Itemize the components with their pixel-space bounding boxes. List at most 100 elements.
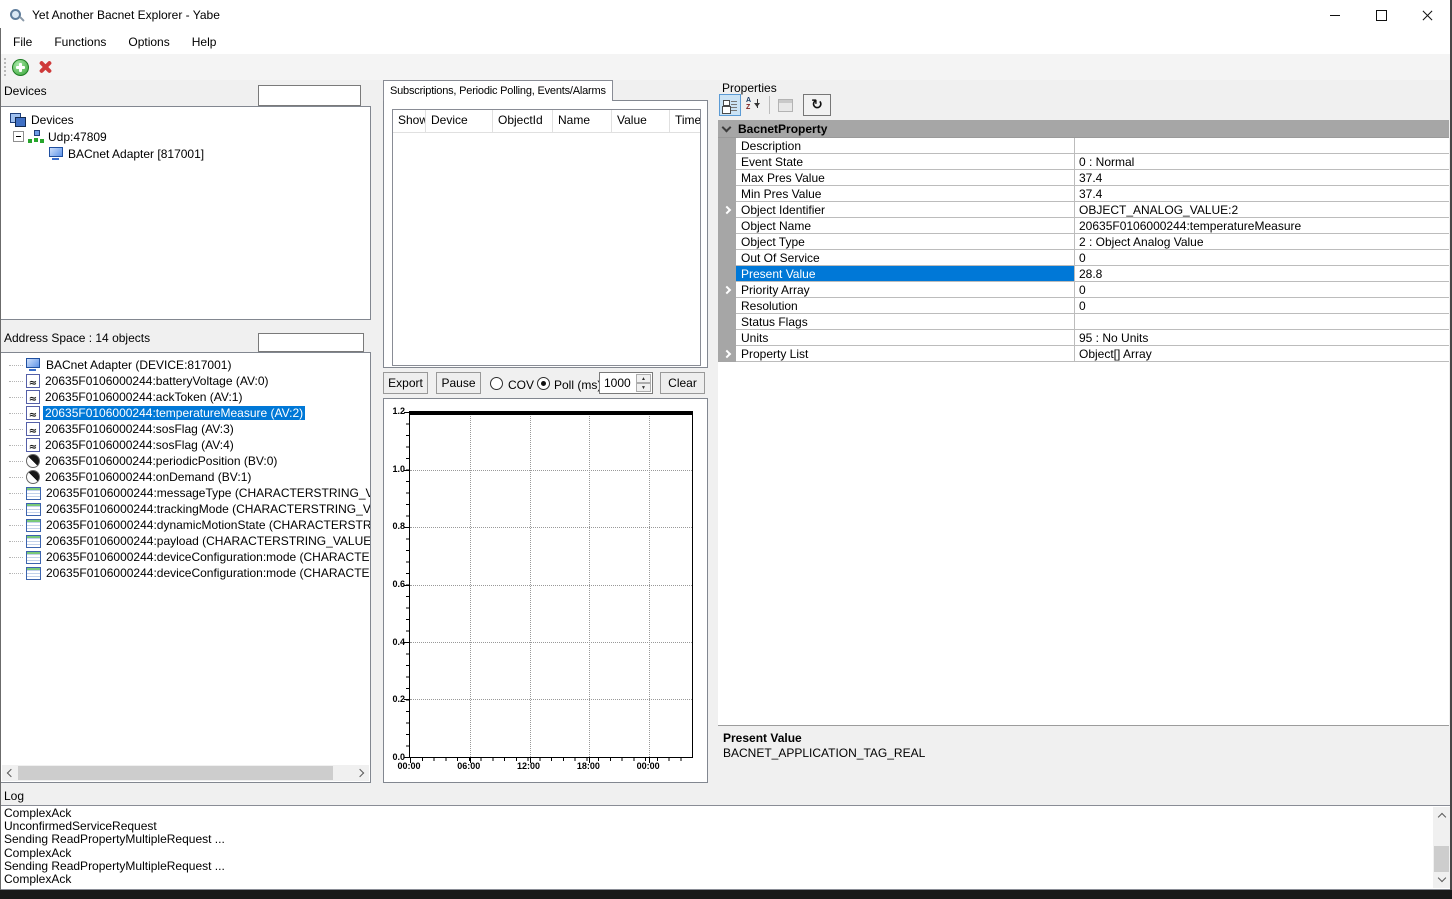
minimize-button[interactable] (1312, 0, 1358, 30)
collapse-expander-icon[interactable] (13, 131, 24, 142)
export-button[interactable]: Export (383, 372, 428, 394)
address-space-item[interactable]: 20635F0106000244:trackingMode (CHARACTER… (3, 501, 370, 517)
property-category-row[interactable]: BacnetProperty (718, 120, 1449, 138)
log-vscrollbar[interactable] (1433, 807, 1450, 888)
property-value-cell[interactable]: 37.4 (1075, 170, 1449, 186)
property-name-cell[interactable]: Resolution (736, 298, 1075, 314)
property-row[interactable]: Max Pres Value 37.4 (718, 170, 1449, 186)
property-row[interactable]: Priority Array 0 (718, 282, 1449, 298)
menu-item[interactable]: Functions (43, 30, 117, 54)
maximize-button[interactable] (1358, 0, 1404, 30)
column-header[interactable]: Device (426, 110, 493, 132)
property-name-cell[interactable]: Object Identifier (736, 202, 1075, 218)
property-value-cell[interactable]: 0 (1075, 250, 1449, 266)
device-tree-item[interactable]: Devices (3, 111, 368, 128)
device-tree-item[interactable]: Udp:47809 (3, 128, 368, 145)
property-value-cell[interactable]: 28.8 (1075, 266, 1449, 282)
address-space-item[interactable]: 20635F0106000244:sosFlag (AV:4) (3, 437, 370, 453)
address-space-hscrollbar[interactable] (2, 765, 369, 781)
property-value-cell[interactable]: 2 : Object Analog Value (1075, 234, 1449, 250)
refresh-button[interactable]: ↻ (803, 94, 831, 116)
categorized-view-button[interactable] (719, 94, 741, 116)
scroll-down-button[interactable] (1433, 871, 1450, 888)
address-space-item[interactable]: 20635F0106000244:messageType (CHARACTERS… (3, 485, 370, 501)
address-space-filter-input[interactable] (258, 333, 364, 352)
property-value-cell[interactable]: 37.4 (1075, 186, 1449, 202)
property-name-cell[interactable]: Present Value (736, 266, 1075, 282)
property-row[interactable]: Out Of Service 0 (718, 250, 1449, 266)
property-value-cell[interactable] (1075, 138, 1449, 154)
property-row[interactable]: Status Flags (718, 314, 1449, 330)
vscroll-thumb[interactable] (1434, 846, 1449, 872)
property-name-cell[interactable]: Description (736, 138, 1075, 154)
address-space-item[interactable]: 20635F0106000244:deviceConfiguration:mod… (3, 549, 370, 565)
menu-item[interactable]: Options (117, 30, 180, 54)
pause-button[interactable]: Pause (436, 372, 481, 394)
alphabetical-sort-button[interactable]: AZ (742, 94, 764, 116)
close-button[interactable] (1404, 0, 1450, 30)
cov-radio[interactable] (490, 377, 503, 390)
address-space-item[interactable]: 20635F0106000244:periodicPosition (BV:0) (3, 453, 370, 469)
property-row[interactable]: Min Pres Value 37.4 (718, 186, 1449, 202)
property-value-cell[interactable]: 95 : No Units (1075, 330, 1449, 346)
column-header[interactable]: Show (393, 110, 426, 132)
delete-device-button[interactable] (34, 56, 56, 78)
property-row[interactable]: Units 95 : No Units (718, 330, 1449, 346)
column-header[interactable]: Value (612, 110, 670, 132)
devices-filter-input[interactable] (258, 85, 361, 106)
hscroll-thumb[interactable] (18, 766, 333, 780)
column-header[interactable]: Time (670, 110, 700, 132)
property-name-cell[interactable]: Object Type (736, 234, 1075, 250)
property-name-cell[interactable]: Units (736, 330, 1075, 346)
add-device-button[interactable] (9, 56, 31, 78)
menu-item[interactable]: File (2, 30, 43, 54)
address-space-item[interactable]: 20635F0106000244:ackToken (AV:1) (3, 389, 370, 405)
property-row[interactable]: Description (718, 138, 1449, 154)
column-header[interactable]: Name (553, 110, 612, 132)
property-name-cell[interactable]: Out Of Service (736, 250, 1075, 266)
property-row[interactable]: Object Name 20635F0106000244:temperature… (718, 218, 1449, 234)
poll-radio[interactable] (537, 377, 550, 390)
property-row[interactable]: Event State 0 : Normal (718, 154, 1449, 170)
scroll-right-button[interactable] (353, 765, 369, 781)
property-value-cell[interactable]: 20635F0106000244:temperatureMeasure (1075, 218, 1449, 234)
address-space-item[interactable]: 20635F0106000244:sosFlag (AV:3) (3, 421, 370, 437)
property-name-cell[interactable]: Property List (736, 346, 1075, 362)
address-space-item[interactable]: 20635F0106000244:onDemand (BV:1) (3, 469, 370, 485)
property-row[interactable]: Present Value 28.8 (718, 266, 1449, 282)
property-value-cell[interactable]: 0 (1075, 282, 1449, 298)
address-space-item[interactable]: 20635F0106000244:deviceConfiguration:mod… (3, 565, 370, 581)
property-name-cell[interactable]: Event State (736, 154, 1075, 170)
property-name-cell[interactable]: Max Pres Value (736, 170, 1075, 186)
device-tree-item[interactable]: BACnet Adapter [817001] (3, 145, 368, 162)
property-name-cell[interactable]: Object Name (736, 218, 1075, 234)
tab-subscriptions[interactable]: Subscriptions, Periodic Polling, Events/… (383, 80, 613, 101)
clear-button[interactable]: Clear (660, 372, 705, 394)
property-value-cell[interactable] (1075, 314, 1449, 330)
property-row[interactable]: Object Type 2 : Object Analog Value (718, 234, 1449, 250)
property-name-cell[interactable]: Min Pres Value (736, 186, 1075, 202)
column-header[interactable]: ObjectId (493, 110, 553, 132)
property-value-cell[interactable]: Object[] Array (1075, 346, 1449, 362)
property-value-cell[interactable]: OBJECT_ANALOG_VALUE:2 (1075, 202, 1449, 218)
scroll-left-button[interactable] (2, 765, 18, 781)
address-space-item[interactable]: 20635F0106000244:temperatureMeasure (AV:… (3, 405, 370, 421)
property-row[interactable]: Property List Object[] Array (718, 346, 1449, 362)
property-name-cell[interactable]: Status Flags (736, 314, 1075, 330)
property-row[interactable]: Object Identifier OBJECT_ANALOG_VALUE:2 (718, 202, 1449, 218)
property-value-cell[interactable]: 0 (1075, 298, 1449, 314)
hscroll-track[interactable] (18, 765, 353, 781)
tree-connector (9, 429, 23, 430)
spin-down-button[interactable]: ▼ (636, 383, 651, 392)
scroll-up-button[interactable] (1433, 807, 1450, 824)
property-value-cell[interactable]: 0 : Normal (1075, 154, 1449, 170)
address-space-item[interactable]: 20635F0106000244:batteryVoltage (AV:0) (3, 373, 370, 389)
address-space-item[interactable]: BACnet Adapter (DEVICE:817001) (3, 357, 370, 373)
address-space-item[interactable]: 20635F0106000244:dynamicMotionState (CHA… (3, 517, 370, 533)
spin-up-button[interactable]: ▲ (636, 374, 651, 383)
menu-item[interactable]: Help (181, 30, 228, 54)
property-row[interactable]: Resolution 0 (718, 298, 1449, 314)
property-name-cell[interactable]: Priority Array (736, 282, 1075, 298)
poll-interval-input[interactable] (600, 373, 638, 393)
address-space-item[interactable]: 20635F0106000244:payload (CHARACTERSTRIN… (3, 533, 370, 549)
